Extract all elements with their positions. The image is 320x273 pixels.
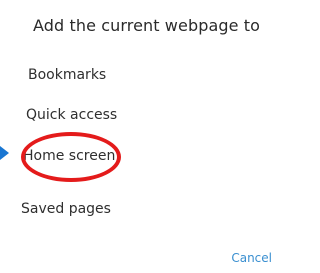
- option-saved-pages[interactable]: Saved pages: [21, 201, 111, 217]
- option-bookmarks[interactable]: Bookmarks: [28, 67, 106, 83]
- option-quick-access[interactable]: Quick access: [26, 107, 117, 123]
- arrow-pointer-icon: [0, 146, 9, 160]
- add-webpage-dialog: Add the current webpage to Bookmarks Qui…: [0, 0, 280, 273]
- cancel-button[interactable]: Cancel: [231, 251, 272, 265]
- option-home-screen[interactable]: Home screen: [23, 148, 115, 164]
- dialog-title: Add the current webpage to: [33, 16, 261, 35]
